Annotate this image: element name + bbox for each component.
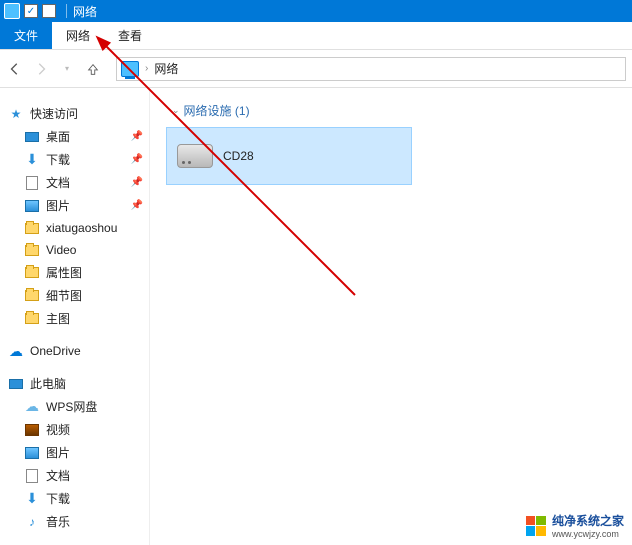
- quick-access-group: ★ 快速访问 桌面 📌 ⬇ 下载 📌 文档 📌 图片 📌: [0, 102, 149, 330]
- pin-icon: 📌: [131, 131, 143, 142]
- arrow-up-icon: [86, 62, 100, 76]
- sidebar-item-documents[interactable]: 文档 📌: [0, 171, 149, 194]
- sidebar-item-folder[interactable]: Video: [0, 239, 149, 261]
- sidebar-item-folder[interactable]: xiatugaoshou: [0, 217, 149, 239]
- chevron-down-icon: ⌄: [172, 105, 180, 116]
- sidebar-item-pictures[interactable]: 图片 📌: [0, 194, 149, 217]
- window-title: 网络: [73, 3, 97, 20]
- qat-checkbox-icon[interactable]: ✓: [24, 4, 38, 18]
- network-icon: [121, 61, 139, 77]
- sidebar-item-wps[interactable]: ☁ WPS网盘: [0, 395, 149, 418]
- main-area: ★ 快速访问 桌面 📌 ⬇ 下载 📌 文档 📌 图片 📌: [0, 88, 632, 545]
- cloud-icon: ☁: [24, 399, 40, 415]
- sidebar-item-music[interactable]: ♪ 音乐: [0, 510, 149, 533]
- sidebar-item-folder[interactable]: 主图: [0, 307, 149, 330]
- pc-icon: [9, 379, 23, 389]
- onedrive-header[interactable]: ☁ OneDrive: [0, 340, 149, 362]
- watermark-logo: [526, 516, 546, 536]
- recent-dropdown[interactable]: ▾: [58, 60, 76, 78]
- sidebar-item-label: Video: [46, 243, 76, 257]
- tab-file[interactable]: 文件: [0, 22, 52, 49]
- pin-icon: 📌: [131, 177, 143, 188]
- chevron-right-icon: ›: [145, 63, 148, 74]
- sidebar-item-downloads[interactable]: ⬇ 下载 📌: [0, 148, 149, 171]
- arrow-right-icon: [34, 62, 48, 76]
- this-pc-header[interactable]: 此电脑: [0, 372, 149, 395]
- sidebar-item-label: 文档: [46, 174, 70, 191]
- sidebar-item-downloads2[interactable]: ⬇ 下载: [0, 487, 149, 510]
- qat-doc-icon[interactable]: [42, 4, 56, 18]
- sidebar-item-label: 图片: [46, 197, 70, 214]
- watermark-text: 纯净系统之家 www.ycwjzy.com: [552, 512, 624, 539]
- app-icon: [4, 3, 20, 19]
- onedrive-group: ☁ OneDrive: [0, 340, 149, 362]
- sidebar-item-label: 主图: [46, 310, 70, 327]
- folder-icon: [25, 223, 39, 234]
- separator: [66, 4, 67, 18]
- quick-access-label: 快速访问: [30, 105, 78, 122]
- folder-icon: [25, 267, 39, 278]
- sidebar-item-label: 细节图: [46, 287, 82, 304]
- sidebar-item-folder[interactable]: 属性图: [0, 261, 149, 284]
- folder-icon: [25, 290, 39, 301]
- pictures-icon: [25, 447, 39, 459]
- sidebar-item-label: 图片: [46, 444, 70, 461]
- sidebar-item-label: 下载: [46, 151, 70, 168]
- section-label: 网络设施 (1): [184, 102, 250, 119]
- back-button[interactable]: [6, 60, 24, 78]
- router-icon: [177, 144, 213, 168]
- sidebar-item-label: 文档: [46, 467, 70, 484]
- document-icon: [26, 469, 38, 483]
- sidebar-item-videos[interactable]: 视频: [0, 418, 149, 441]
- folder-icon: [25, 313, 39, 324]
- sidebar-item-label: 视频: [46, 421, 70, 438]
- music-icon: ♪: [24, 514, 40, 530]
- sidebar-item-desktop[interactable]: 桌面 📌: [0, 125, 149, 148]
- this-pc-group: 此电脑 ☁ WPS网盘 视频 图片 文档 ⬇ 下载: [0, 372, 149, 533]
- sidebar-item-pictures2[interactable]: 图片: [0, 441, 149, 464]
- sidebar-item-label: 桌面: [46, 128, 70, 145]
- video-icon: [25, 424, 39, 436]
- sidebar-item-label: WPS网盘: [46, 398, 97, 415]
- arrow-left-icon: [8, 62, 22, 76]
- sidebar-item-label: xiatugaoshou: [46, 221, 117, 235]
- window-titlebar: ✓ 网络: [0, 0, 632, 22]
- device-name: CD28: [223, 149, 254, 163]
- ribbon-tabs: 文件 网络 查看: [0, 22, 632, 50]
- forward-button[interactable]: [32, 60, 50, 78]
- address-location: 网络: [154, 60, 178, 77]
- sidebar-item-label: 音乐: [46, 513, 70, 530]
- navigation-bar: ▾ › 网络: [0, 50, 632, 88]
- document-icon: [26, 176, 38, 190]
- watermark: 纯净系统之家 www.ycwjzy.com: [526, 512, 624, 539]
- address-bar[interactable]: › 网络: [116, 57, 626, 81]
- download-icon: ⬇: [24, 491, 40, 507]
- sidebar-item-label: 属性图: [46, 264, 82, 281]
- pin-icon: 📌: [131, 200, 143, 211]
- sidebar-item-folder[interactable]: 细节图: [0, 284, 149, 307]
- navigation-pane: ★ 快速访问 桌面 📌 ⬇ 下载 📌 文档 📌 图片 📌: [0, 88, 150, 545]
- desktop-icon: [25, 132, 39, 142]
- folder-icon: [25, 245, 39, 256]
- star-icon: ★: [8, 106, 24, 122]
- network-device-item[interactable]: CD28: [166, 127, 412, 185]
- pictures-icon: [25, 200, 39, 212]
- content-pane: ⌄ 网络设施 (1) CD28: [150, 88, 632, 545]
- sidebar-item-label: 下载: [46, 490, 70, 507]
- quick-access-header[interactable]: ★ 快速访问: [0, 102, 149, 125]
- tab-network[interactable]: 网络: [52, 22, 104, 49]
- up-button[interactable]: [84, 60, 102, 78]
- download-icon: ⬇: [24, 152, 40, 168]
- section-header[interactable]: ⌄ 网络设施 (1): [166, 98, 616, 127]
- onedrive-label: OneDrive: [30, 344, 81, 358]
- tab-view[interactable]: 查看: [104, 22, 156, 49]
- sidebar-item-documents2[interactable]: 文档: [0, 464, 149, 487]
- onedrive-icon: ☁: [8, 343, 24, 359]
- pin-icon: 📌: [131, 154, 143, 165]
- this-pc-label: 此电脑: [30, 375, 66, 392]
